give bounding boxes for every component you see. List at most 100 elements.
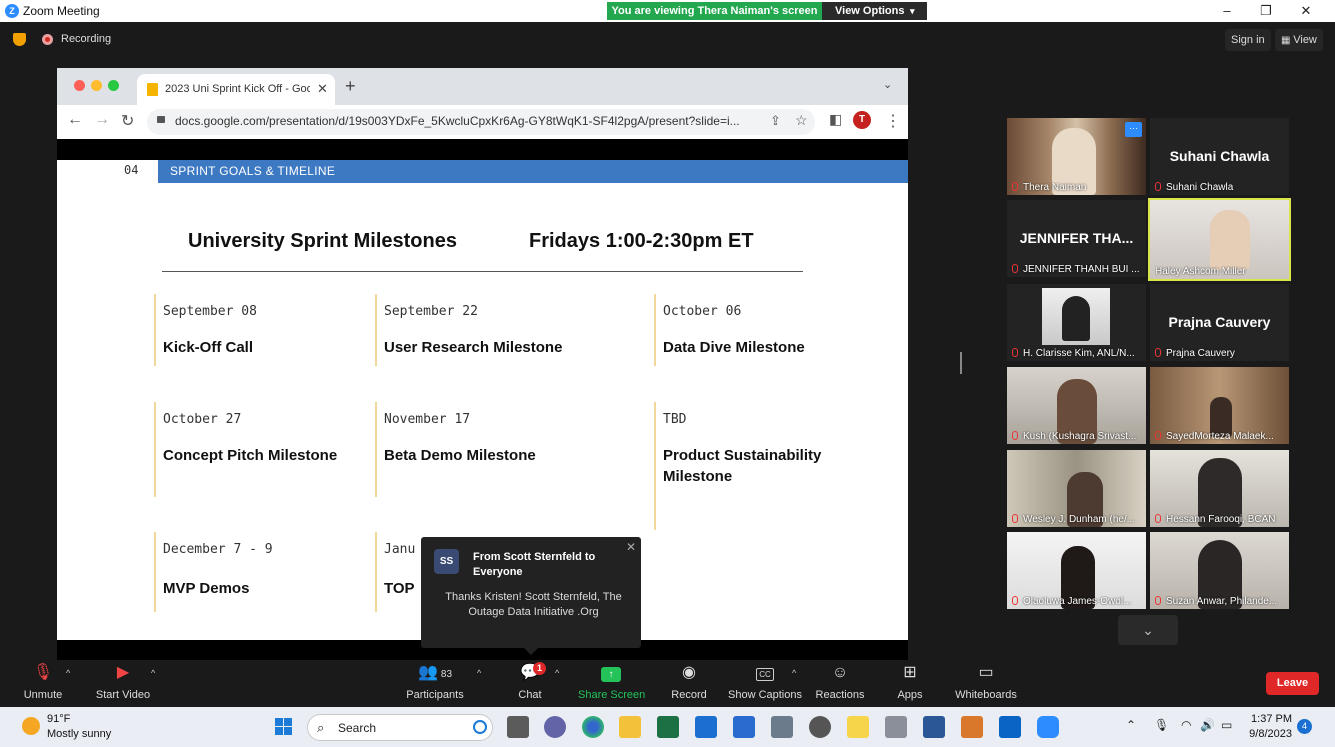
milestone-date: October 27 xyxy=(163,412,242,427)
muted-mic-icon xyxy=(1155,348,1161,357)
participant-tile[interactable]: ··· Thera Naiman xyxy=(1007,118,1146,195)
snipping-tool-icon[interactable] xyxy=(885,716,907,738)
chat-notification[interactable]: SS From Scott Sternfeld to Everyone Than… xyxy=(421,537,641,655)
start-video-button[interactable]: ▶ Start Video xyxy=(93,662,153,701)
sign-in-button[interactable]: Sign in xyxy=(1225,29,1271,51)
participant-tile[interactable]: Suzan Anwar, Philande... xyxy=(1150,532,1289,609)
milestone-name: Concept Pitch Milestone xyxy=(163,447,338,464)
whiteboards-button[interactable]: ▭ Whiteboards xyxy=(953,662,1019,701)
gallery-next-page-chevron-icon[interactable]: ⌄ xyxy=(1118,615,1178,645)
side-panel-icon[interactable]: ◧ xyxy=(829,111,842,128)
participants-button[interactable]: 👥 83 Participants xyxy=(402,662,468,701)
minimize-button[interactable]: – xyxy=(1207,2,1247,20)
participant-tile[interactable]: H. Clarisse Kim, ANL/N... xyxy=(1007,284,1146,361)
captions-caret-icon[interactable]: ^ xyxy=(792,668,796,678)
zoom-taskbar-icon[interactable] xyxy=(1037,716,1059,738)
view-options-button[interactable]: View Options ▾ xyxy=(822,2,927,20)
notification-count-badge[interactable]: 4 xyxy=(1297,719,1312,734)
microphone-tray-icon[interactable]: 🎙 xyxy=(1154,718,1169,732)
close-notification-icon[interactable]: ✕ xyxy=(626,540,636,554)
slide-schedule: Fridays 1:00-2:30pm ET xyxy=(529,230,754,252)
chat-caret-icon[interactable]: ^ xyxy=(555,668,559,678)
taskbar-time[interactable]: 1:37 PM xyxy=(1250,713,1292,725)
milestone-accent-bar xyxy=(154,532,156,612)
milestone-date: September 22 xyxy=(384,304,478,319)
browser-toolbar: ← → ↻ docs.google.com/presentation/d/19s… xyxy=(57,105,908,139)
new-tab-icon[interactable]: + xyxy=(345,76,356,97)
address-bar[interactable]: docs.google.com/presentation/d/19s003YDx… xyxy=(147,109,815,135)
participant-tile[interactable]: Prajna Cauvery Prajna Cauvery xyxy=(1150,284,1289,361)
sticky-notes-icon[interactable] xyxy=(847,716,869,738)
battery-icon[interactable]: ▭ xyxy=(1221,718,1232,732)
tab-search-chevron-icon[interactable]: ⌄ xyxy=(883,78,892,91)
edge-browser-icon[interactable] xyxy=(582,716,604,738)
whiteboard-icon: ▭ xyxy=(978,664,994,681)
browser-menu-icon[interactable]: ⋮ xyxy=(885,111,901,131)
participant-tile[interactable]: Suhani Chawla Suhani Chawla xyxy=(1150,118,1289,195)
tab-title: 2023 Uni Sprint Kick Off - Goo xyxy=(165,83,310,95)
unmute-label: Unmute xyxy=(23,689,63,701)
participants-caret-icon[interactable]: ^ xyxy=(477,668,481,678)
wifi-icon[interactable]: ◠ xyxy=(1181,718,1191,732)
calculator-icon[interactable] xyxy=(771,716,793,738)
participant-tile-active-speaker[interactable]: Haley Ashcom Miller xyxy=(1148,198,1291,281)
participant-tile[interactable]: Olaoluwa James-Owol... xyxy=(1007,532,1146,609)
participant-tile[interactable]: Hessann Farooqi, BCAN xyxy=(1150,450,1289,527)
clock-app-icon[interactable] xyxy=(809,716,831,738)
weather-temperature[interactable]: 91°F xyxy=(47,713,70,725)
restore-button[interactable]: ❐ xyxy=(1246,2,1286,20)
security-shield-icon[interactable] xyxy=(13,33,26,46)
reload-icon[interactable]: ↻ xyxy=(121,111,134,131)
close-window-button[interactable]: ✕ xyxy=(1286,2,1326,20)
leave-button[interactable]: Leave xyxy=(1266,672,1319,695)
muted-mic-icon xyxy=(1155,431,1161,440)
unmute-button[interactable]: 🎙 Unmute xyxy=(20,662,66,701)
volume-icon[interactable]: 🔊 xyxy=(1200,718,1215,732)
record-button[interactable]: ◉ Record xyxy=(669,662,709,701)
excel-icon[interactable] xyxy=(657,716,679,738)
profile-avatar[interactable]: T xyxy=(853,111,871,129)
slide-section-bar: SPRINT GOALS & TIMELINE xyxy=(158,160,908,183)
tab-close-icon[interactable]: ✕ xyxy=(317,81,328,97)
weather-sun-icon[interactable] xyxy=(22,717,40,735)
share-icon[interactable]: ⇪ xyxy=(770,113,781,129)
forward-icon[interactable]: → xyxy=(94,111,110,129)
file-explorer-icon[interactable] xyxy=(619,716,641,738)
participant-tile[interactable]: Kush (Kushagra Srivast... xyxy=(1007,367,1146,444)
audio-options-caret-icon[interactable]: ^ xyxy=(66,668,70,678)
word-icon[interactable] xyxy=(923,716,945,738)
muted-mic-icon xyxy=(1012,431,1018,440)
taskbar-search-placeholder: Search xyxy=(338,721,377,735)
weather-condition[interactable]: Mostly sunny xyxy=(47,728,111,740)
share-screen-button[interactable]: ↑ Share Screen xyxy=(578,662,645,701)
view-button[interactable]: ▦ View xyxy=(1275,29,1323,51)
participant-name: H. Clarisse Kim, ANL/N... xyxy=(1012,348,1144,359)
reactions-button[interactable]: ☺ Reactions xyxy=(815,662,865,701)
calendar-icon[interactable] xyxy=(733,716,755,738)
integrations-app-icon[interactable] xyxy=(961,716,983,738)
participant-tile[interactable]: SayedMorteza Malaek... xyxy=(1150,367,1289,444)
mac-minimize-dot-icon xyxy=(91,80,102,91)
bing-icon[interactable] xyxy=(473,720,487,734)
taskbar-date[interactable]: 9/8/2023 xyxy=(1243,728,1292,740)
outlook-icon[interactable] xyxy=(999,716,1021,738)
tray-overflow-chevron-icon[interactable]: ⌃ xyxy=(1126,718,1136,732)
windows-start-icon[interactable] xyxy=(273,716,295,738)
participant-tile[interactable]: JENNIFER THA... JENNIFER THANH BUI ... xyxy=(1007,200,1146,277)
browser-tab[interactable]: 2023 Uni Sprint Kick Off - Goo ✕ xyxy=(137,74,335,105)
video-options-caret-icon[interactable]: ^ xyxy=(151,668,155,678)
more-options-icon[interactable]: ··· xyxy=(1125,122,1142,137)
bookmark-star-icon[interactable]: ☆ xyxy=(795,112,808,129)
task-view-icon[interactable] xyxy=(507,716,529,738)
milestone-date: November 17 xyxy=(384,412,471,427)
mail-icon[interactable] xyxy=(695,716,717,738)
panel-resize-handle[interactable] xyxy=(960,352,962,374)
teams-chat-icon[interactable] xyxy=(544,716,566,738)
milestone-date: December 7 - 9 xyxy=(163,542,273,557)
back-icon[interactable]: ← xyxy=(67,111,83,129)
participant-tile[interactable]: Wesley J. Dunham (he/... xyxy=(1007,450,1146,527)
taskbar-search-input[interactable]: ⌕ Search xyxy=(307,714,493,741)
apps-button[interactable]: ⊞ Apps xyxy=(894,662,926,701)
show-captions-button[interactable]: CC Show Captions xyxy=(728,662,802,701)
milestone-name: MVP Demos xyxy=(163,580,250,597)
